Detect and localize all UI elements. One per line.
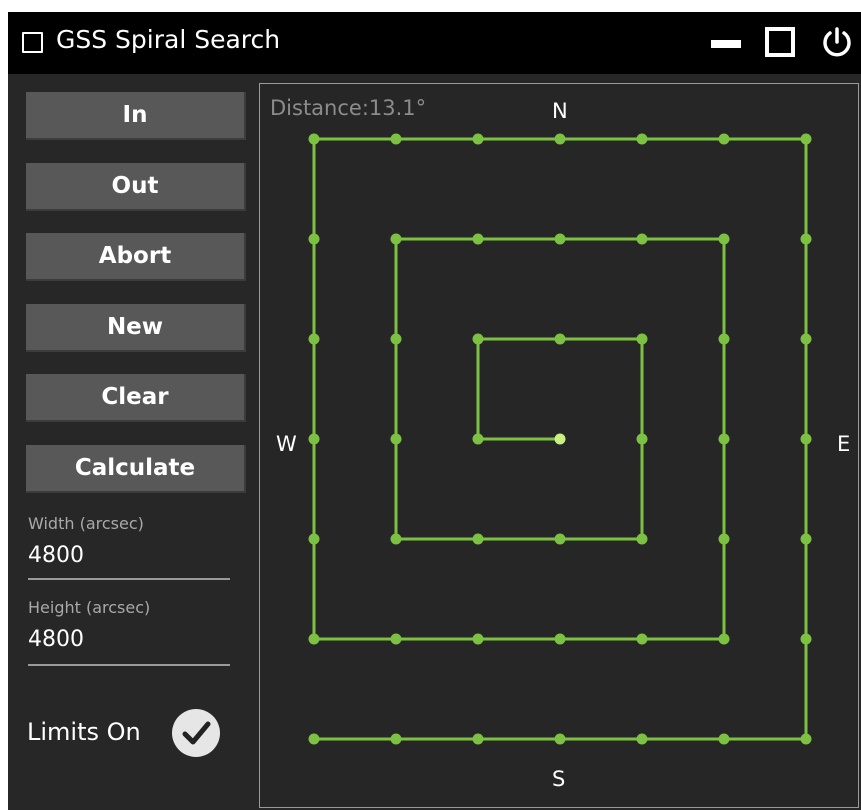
abort-button[interactable]: Abort — [26, 233, 246, 281]
width-input[interactable] — [28, 543, 228, 568]
spiral-point — [718, 633, 730, 645]
clear-button[interactable]: Clear — [26, 374, 246, 422]
spiral-point — [472, 533, 484, 545]
spiral-point — [718, 333, 730, 345]
spiral-point — [472, 633, 484, 645]
spiral-point — [636, 533, 648, 545]
minimize-icon[interactable] — [711, 40, 741, 48]
spiral-point — [554, 533, 566, 545]
spiral-point — [800, 433, 812, 445]
spiral-point — [472, 433, 484, 445]
spiral-point — [308, 133, 320, 145]
spiral-point — [800, 533, 812, 545]
spiral-point — [308, 233, 320, 245]
in-button[interactable]: In — [26, 92, 246, 140]
power-icon[interactable] — [820, 26, 854, 60]
spiral-point — [718, 233, 730, 245]
height-label: Height (arcsec) — [28, 598, 151, 617]
distance-readout: Distance:13.1° — [270, 96, 427, 120]
spiral-point — [636, 133, 648, 145]
spiral-point — [636, 633, 648, 645]
spiral-point — [472, 233, 484, 245]
spiral-point — [718, 533, 730, 545]
spiral-point — [800, 333, 812, 345]
compass-north: N — [552, 99, 568, 123]
width-label: Width (arcsec) — [28, 514, 144, 533]
spiral-point — [390, 133, 402, 145]
out-button[interactable]: Out — [26, 163, 246, 211]
spiral-point — [554, 633, 566, 645]
spiral-point — [554, 333, 566, 345]
window-title: GSS Spiral Search — [56, 25, 281, 54]
spiral-point — [718, 433, 730, 445]
limits-toggle[interactable] — [172, 709, 220, 757]
spiral-point — [636, 333, 648, 345]
spiral-point — [390, 733, 402, 745]
compass-east: E — [837, 432, 851, 456]
spiral-point — [800, 633, 812, 645]
spiral-point — [636, 233, 648, 245]
spiral-search-window: GSS Spiral Search In Out Abort New Clear… — [8, 12, 861, 810]
spiral-point — [390, 233, 402, 245]
spiral-point — [800, 233, 812, 245]
spiral-plot: Distance:13.1° N S E W — [259, 83, 859, 808]
calculate-button[interactable]: Calculate — [26, 445, 246, 493]
spiral-point — [308, 733, 320, 745]
checkmark-icon — [182, 721, 211, 745]
spiral-path-graphic — [308, 133, 812, 745]
checkbox-icon[interactable] — [22, 32, 43, 53]
spiral-point — [390, 633, 402, 645]
maximize-icon[interactable] — [765, 27, 795, 57]
compass-south: S — [552, 767, 566, 791]
limits-label: Limits On — [27, 718, 141, 746]
spiral-point — [636, 433, 648, 445]
new-button[interactable]: New — [26, 304, 246, 352]
spiral-point — [554, 233, 566, 245]
spiral-point — [390, 533, 402, 545]
spiral-point — [554, 133, 566, 145]
title-bar: GSS Spiral Search — [8, 12, 861, 74]
spiral-point — [472, 133, 484, 145]
spiral-point — [308, 333, 320, 345]
spiral-point — [472, 333, 484, 345]
height-underline — [28, 664, 230, 666]
spiral-point — [554, 733, 566, 745]
spiral-point — [472, 733, 484, 745]
spiral-point — [308, 633, 320, 645]
current-position-point — [554, 433, 566, 445]
width-underline — [28, 578, 230, 580]
spiral-point — [390, 333, 402, 345]
spiral-point — [718, 133, 730, 145]
spiral-point — [308, 433, 320, 445]
spiral-point — [636, 733, 648, 745]
compass-west: W — [276, 432, 297, 456]
spiral-point — [390, 433, 402, 445]
spiral-point — [800, 133, 812, 145]
spiral-point — [308, 533, 320, 545]
spiral-point — [800, 733, 812, 745]
spiral-point — [718, 733, 730, 745]
height-input[interactable] — [28, 627, 228, 652]
